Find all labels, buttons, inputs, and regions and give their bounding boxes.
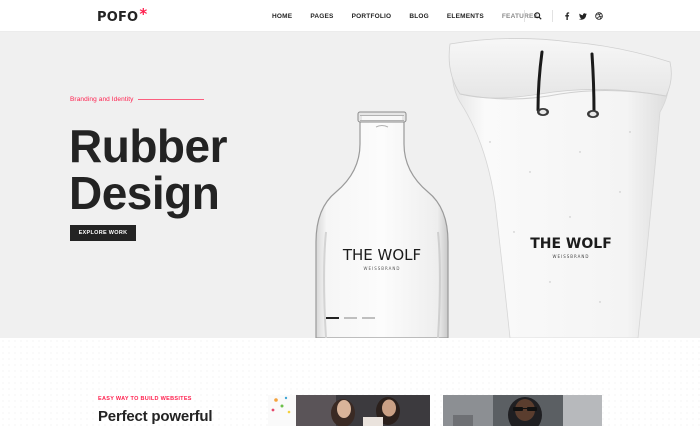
canvas-bag: THE WOLF WEISSBRAND <box>448 38 672 338</box>
dribbble-icon[interactable] <box>592 9 606 23</box>
hero-title: Rubber Design <box>69 120 228 219</box>
slider-pagination <box>326 317 380 319</box>
hero-product-image: THE WOLF WEISSBRAND THE WOLF WEISSBRAND <box>315 38 672 338</box>
slider-dot-1[interactable] <box>326 317 339 319</box>
tagline-line <box>137 99 204 100</box>
bag-sub: WEISSBRAND <box>553 254 590 259</box>
hero-slider: Branding and Identity Rubber Design EXPL… <box>0 32 700 338</box>
glass-bottle: THE WOLF WEISSBRAND <box>315 111 449 338</box>
main-nav: HOME PAGES PORTFOLIO BLOG ELEMENTS FEATU… <box>272 0 558 32</box>
logo[interactable]: POFO* <box>97 5 148 26</box>
team-photo-1 <box>268 395 430 426</box>
bottle-sub: WEISSBRAND <box>364 266 401 271</box>
logo-mark: * <box>139 5 148 23</box>
hero-title-line2: Design <box>69 167 220 219</box>
logo-text: POFO <box>97 10 139 25</box>
tagline-text: Branding and Identity <box>70 96 134 103</box>
slider-dot-2[interactable] <box>344 317 357 319</box>
explore-work-button[interactable]: EXPLORE WORK <box>70 225 136 241</box>
facebook-icon[interactable] <box>560 9 574 23</box>
nav-divider <box>552 10 553 22</box>
nav-blog[interactable]: BLOG <box>409 13 429 20</box>
site-header: POFO* HOME PAGES PORTFOLIO BLOG ELEMENTS… <box>0 0 700 32</box>
nav-pages[interactable]: PAGES <box>310 13 333 20</box>
twitter-icon[interactable] <box>576 9 590 23</box>
bottle-brand: THE WOLF <box>342 246 421 264</box>
hero-title-line1: Rubber <box>69 120 228 172</box>
section-title: Perfect powerful <box>98 408 213 425</box>
team-photo-2 <box>443 395 602 426</box>
section-eyebrow: EASY WAY TO BUILD WEBSITES <box>98 396 192 402</box>
nav-elements[interactable]: ELEMENTS <box>447 13 484 20</box>
slider-dot-3[interactable] <box>362 317 375 319</box>
intro-section: EASY WAY TO BUILD WEBSITES Perfect power… <box>0 338 700 426</box>
search-icon[interactable] <box>531 9 545 23</box>
bag-brand: THE WOLF <box>530 236 612 252</box>
hero-tagline: Branding and Identity <box>70 96 204 103</box>
nav-portfolio[interactable]: PORTFOLIO <box>352 13 392 20</box>
nav-divider <box>524 10 525 22</box>
nav-home[interactable]: HOME <box>272 13 292 20</box>
